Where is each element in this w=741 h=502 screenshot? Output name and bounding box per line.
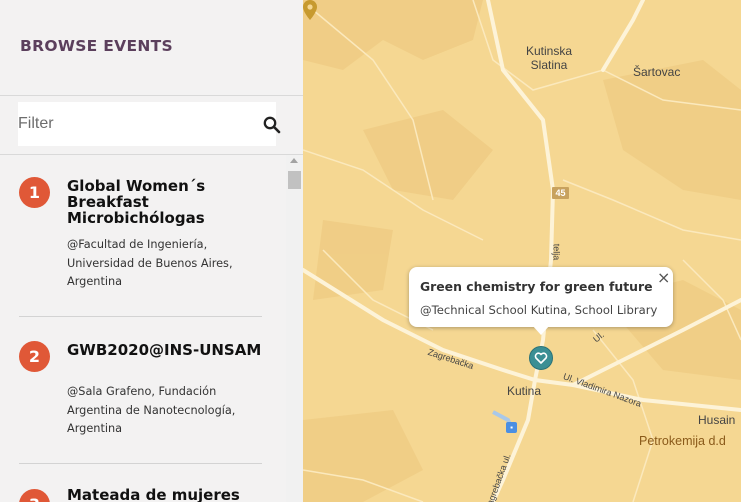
event-number-badge: 2 xyxy=(19,341,50,372)
page-title: BROWSE EVENTS xyxy=(20,37,173,55)
close-icon[interactable]: × xyxy=(657,270,670,286)
map[interactable]: Kutinska Slatina Šartovac Kutina Husain … xyxy=(303,0,741,502)
map-label-sartovac: Šartovac xyxy=(633,65,681,79)
bus-station-icon[interactable]: ▪ xyxy=(506,422,517,433)
map-label-telja: telja xyxy=(551,243,562,261)
map-label-kutinska-slatina: Kutinska Slatina xyxy=(526,44,572,72)
divider xyxy=(19,316,262,317)
road-shield: 45 xyxy=(552,187,569,199)
sidebar: BROWSE EVENTS 1 Global Women´s Breakfast… xyxy=(0,0,303,502)
popup-arrow xyxy=(532,325,550,335)
event-marker[interactable] xyxy=(529,346,553,370)
popup-title: Green chemistry for green future xyxy=(420,279,653,294)
event-number-badge: 3 xyxy=(19,489,50,502)
filter-input[interactable] xyxy=(18,102,276,146)
event-location: @Sala Grafeno, Fundación Argentina de Na… xyxy=(67,385,236,435)
map-label-text: Kutinska Slatina xyxy=(526,44,573,72)
event-number-badge: 1 xyxy=(19,177,50,208)
popup-location: @Technical School Kutina, School Library xyxy=(420,303,658,317)
scroll-up-arrow-icon[interactable] xyxy=(290,158,298,163)
event-title[interactable]: Mateada de mujeres xyxy=(67,487,267,502)
event-location: @Facultad de Ingeniería, Universidad de … xyxy=(67,238,233,288)
search-icon[interactable] xyxy=(263,116,281,134)
divider xyxy=(19,463,262,464)
map-pin-icon[interactable] xyxy=(303,0,317,20)
event-title[interactable]: Global Women´s Breakfast Microbichólogas xyxy=(67,178,267,226)
event-popup: Green chemistry for green future @Techni… xyxy=(409,267,673,335)
map-label-kutina: Kutina xyxy=(507,384,542,398)
poi-label[interactable]: Petrokemija d.d xyxy=(639,434,726,448)
scrollbar[interactable] xyxy=(286,155,303,502)
scrollbar-thumb[interactable] xyxy=(288,171,301,189)
map-label-husain: Husain xyxy=(698,413,736,427)
filter-bar xyxy=(0,95,303,155)
event-list: 1 Global Women´s Breakfast Microbichólog… xyxy=(0,155,286,502)
heart-icon xyxy=(534,352,548,364)
event-title[interactable]: GWB2020@INS-UNSAM xyxy=(67,342,267,358)
